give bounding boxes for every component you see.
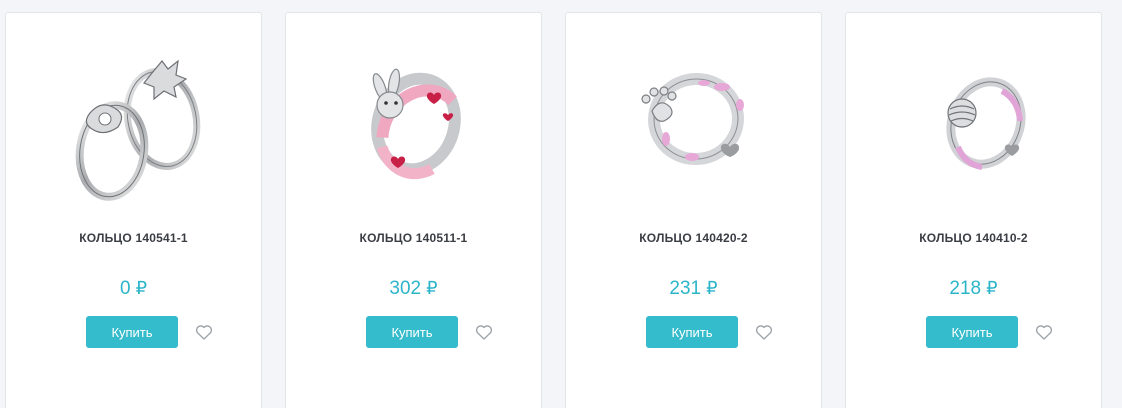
heart-outline-icon[interactable]: [754, 322, 774, 342]
product-title[interactable]: КОЛЬЦО 140511-1: [286, 231, 541, 245]
product-image[interactable]: [314, 29, 514, 209]
product-card[interactable]: КОЛЬЦО 140420-2 231 ₽ Купить: [565, 12, 822, 408]
product-card[interactable]: КОЛЬЦО 140511-1 302 ₽ Купить: [285, 12, 542, 408]
product-price: 218 ₽: [846, 278, 1101, 300]
heart-outline-icon[interactable]: [194, 322, 214, 342]
currency-symbol: ₽: [135, 278, 148, 298]
heart-outline-icon[interactable]: [1034, 322, 1054, 342]
product-title[interactable]: КОЛЬЦО 140410-2: [846, 231, 1101, 245]
currency-symbol: ₽: [426, 278, 438, 298]
currency-symbol: ₽: [986, 278, 998, 298]
buy-button[interactable]: Купить: [86, 316, 178, 348]
price-value: 302: [389, 278, 422, 299]
paw-print-ring-photo: [641, 72, 744, 166]
product-card[interactable]: КОЛЬЦО 140541-1 0 ₽ Купить: [5, 12, 262, 408]
product-card[interactable]: КОЛЬЦО 140410-2 218 ₽ Купить: [845, 12, 1102, 408]
buy-button[interactable]: Купить: [926, 316, 1018, 348]
product-title[interactable]: КОЛЬЦО 140420-2: [566, 231, 821, 245]
product-title[interactable]: КОЛЬЦО 140541-1: [6, 231, 261, 245]
heart-outline-icon[interactable]: [474, 322, 494, 342]
price-value: 0: [119, 278, 131, 299]
price-value: 218: [949, 278, 982, 299]
price-value: 231: [669, 278, 702, 299]
product-price: 231 ₽: [566, 278, 821, 300]
ball-ring-photo: [946, 77, 1026, 170]
product-image[interactable]: [874, 29, 1074, 209]
buy-button[interactable]: Купить: [646, 316, 738, 348]
product-price: 0 ₽: [6, 278, 261, 300]
product-grid: КОЛЬЦО 140541-1 0 ₽ Купить КОЛЬЦО 140511…: [0, 0, 1122, 408]
product-price: 302 ₽: [286, 278, 541, 300]
silver-rings-pair-photo: [75, 59, 201, 201]
product-image[interactable]: [594, 29, 794, 209]
buy-button[interactable]: Купить: [366, 316, 458, 348]
pink-bunny-ring-photo: [371, 68, 461, 180]
currency-symbol: ₽: [706, 278, 718, 298]
product-image[interactable]: [34, 29, 234, 209]
